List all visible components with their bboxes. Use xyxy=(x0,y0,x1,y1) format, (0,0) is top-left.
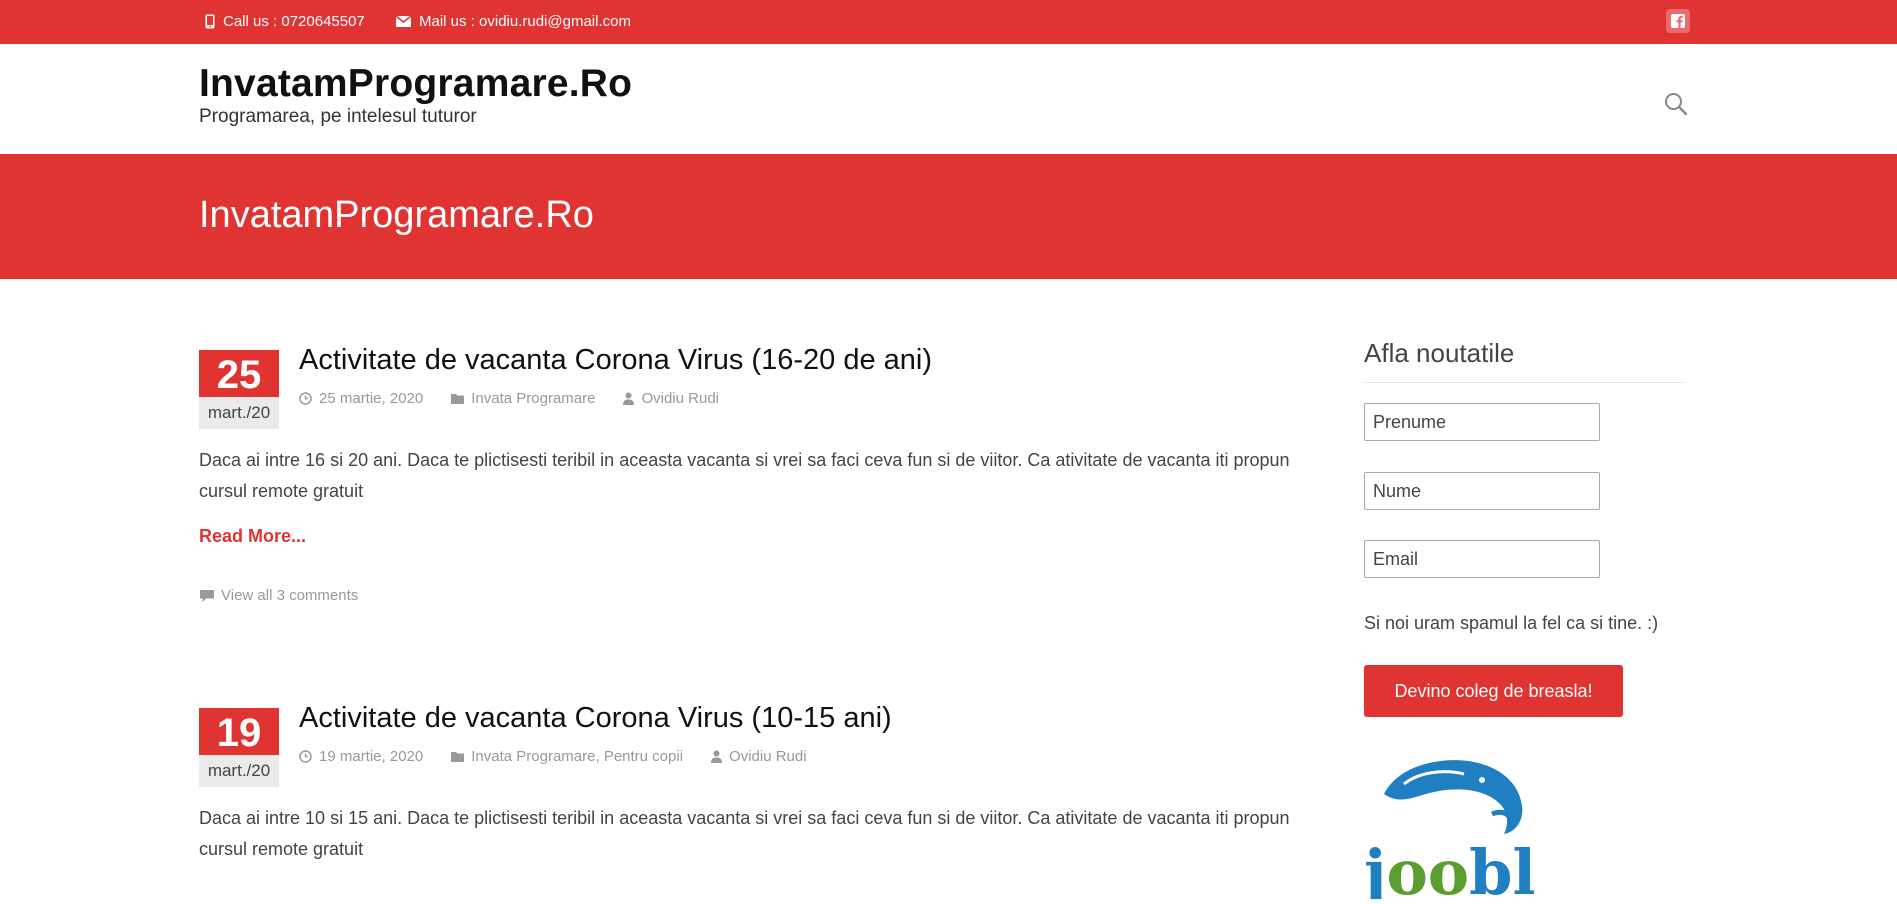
search-button[interactable] xyxy=(1664,92,1688,121)
post-excerpt: Daca ai intre 16 si 20 ani. Daca te plic… xyxy=(199,450,1290,501)
date-badge: 19 mart./20 xyxy=(199,708,279,787)
phone-text: Call us : 0720645507 xyxy=(223,13,365,30)
folder-icon xyxy=(451,752,465,762)
folder-icon xyxy=(451,394,465,404)
page-banner: InvatamProgramare.Ro xyxy=(0,154,1897,279)
post-meta: 19 martie, 2020 Invata Programare, Pentr… xyxy=(299,748,807,765)
newsletter-widget: Afla noutatile Si noi uram spamul la fel… xyxy=(1359,338,1684,904)
last-name-field[interactable] xyxy=(1364,472,1600,510)
date-day: 25 xyxy=(199,350,279,397)
user-icon xyxy=(623,392,635,405)
top-bar: Call us : 0720645507 Mail us : ovidiu.ru… xyxy=(0,0,1897,44)
post-categories: Invata Programare, Pentru copii xyxy=(451,748,683,765)
jooble-logo[interactable]: jooble xyxy=(1359,754,1576,904)
clock-icon xyxy=(299,750,312,763)
post-item: 19 mart./20 Activitate de vacanta Corona… xyxy=(199,702,1309,898)
mail-text: Mail us : ovidiu.rudi@gmail.com xyxy=(419,13,631,30)
email-field[interactable] xyxy=(1364,540,1600,578)
phone-contact[interactable]: Call us : 0720645507 xyxy=(205,13,365,30)
read-more-link[interactable]: Read More... xyxy=(199,526,306,547)
post-date[interactable]: 25 martie, 2020 xyxy=(299,390,423,407)
spam-note: Si noi uram spamul la fel ca si tine. :) xyxy=(1364,613,1659,633)
post-title[interactable]: Activitate de vacanta Corona Virus (16-2… xyxy=(299,344,932,377)
phone-icon xyxy=(205,14,215,29)
post-author[interactable]: Ovidiu Rudi xyxy=(623,390,719,407)
post-date-text: 25 martie, 2020 xyxy=(319,390,424,407)
site-title[interactable]: InvatamProgramare.Ro xyxy=(199,62,632,106)
search-icon xyxy=(1665,93,1688,116)
post-item: 25 mart./20 Activitate de vacanta Corona… xyxy=(199,344,1309,610)
category-link[interactable]: Pentru copii xyxy=(604,748,683,765)
site-header: InvatamProgramare.Ro Programarea, pe int… xyxy=(0,44,1897,154)
date-month: mart./20 xyxy=(199,397,279,429)
post-date[interactable]: 19 martie, 2020 xyxy=(299,748,423,765)
site-tagline: Programarea, pe intelesul tuturor xyxy=(199,106,477,127)
author-name: Ovidiu Rudi xyxy=(641,390,720,407)
clock-icon xyxy=(299,392,312,405)
post-date-text: 19 martie, 2020 xyxy=(319,748,424,765)
user-icon xyxy=(711,750,723,763)
category-link[interactable]: Invata Programare xyxy=(471,748,595,765)
mail-icon xyxy=(396,16,411,27)
category-link[interactable]: Invata Programare xyxy=(471,390,595,407)
mail-contact[interactable]: Mail us : ovidiu.rudi@gmail.com xyxy=(396,13,631,30)
post-title[interactable]: Activitate de vacanta Corona Virus (10-1… xyxy=(299,702,892,735)
author-name: Ovidiu Rudi xyxy=(729,748,807,765)
post-categories: Invata Programare xyxy=(451,390,595,407)
comments-link[interactable]: View all 3 comments xyxy=(199,587,358,604)
banner-title: InvatamProgramare.Ro xyxy=(199,194,594,236)
date-day: 19 xyxy=(199,708,279,755)
post-excerpt: Daca ai intre 10 si 15 ani. Daca te plic… xyxy=(199,808,1290,859)
first-name-field[interactable] xyxy=(1364,403,1600,441)
post-author[interactable]: Ovidiu Rudi xyxy=(711,748,807,765)
facebook-icon xyxy=(1671,14,1685,28)
facebook-button[interactable] xyxy=(1666,9,1690,33)
post-meta: 25 martie, 2020 Invata Programare Ovidiu… xyxy=(299,390,719,407)
subscribe-button[interactable]: Devino coleg de breasla! xyxy=(1364,665,1623,717)
date-badge: 25 mart./20 xyxy=(199,350,279,429)
widget-title: Afla noutatile xyxy=(1364,338,1684,383)
date-month: mart./20 xyxy=(199,755,279,787)
svg-text:jooble: jooble xyxy=(1364,836,1534,899)
comment-icon xyxy=(200,589,214,602)
comments-text: View all 3 comments xyxy=(221,587,359,604)
